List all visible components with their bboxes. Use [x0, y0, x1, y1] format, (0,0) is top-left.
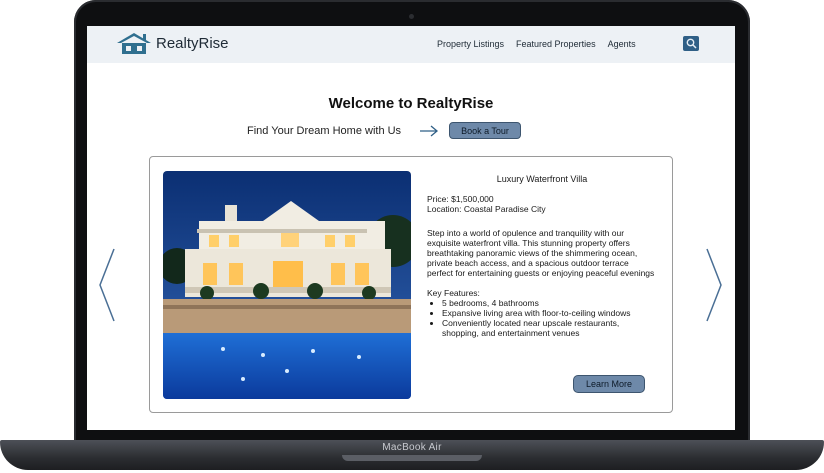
nav-property-listings[interactable]: Property Listings — [437, 39, 504, 49]
laptop-notch — [342, 455, 482, 461]
property-title: Luxury Waterfront Villa — [496, 174, 588, 184]
tagline: Find Your Dream Home with Us — [247, 125, 402, 137]
page-title: Welcome to RealtyRise — [328, 95, 494, 112]
camera — [409, 14, 414, 19]
nav-links: Property Listings Featured Properties Ag… — [437, 39, 636, 49]
list-item: Expansive living area with floor-to-ceil… — [442, 308, 657, 318]
nav-agents[interactable]: Agents — [608, 39, 636, 49]
list-item: 5 bedrooms, 4 bathrooms — [442, 298, 657, 308]
villa-photo — [163, 171, 411, 399]
carousel-next-icon[interactable] — [705, 247, 723, 323]
carousel-prev-icon[interactable] — [98, 247, 116, 323]
property-location: Location: Coastal Paradise City — [427, 204, 546, 214]
property-price: Price: $1,500,000 — [427, 194, 494, 204]
property-card: Luxury Waterfront Villa Price: $1,500,00… — [149, 156, 673, 413]
brand-name[interactable]: RealtyRise — [156, 35, 229, 52]
learn-more-button[interactable]: Learn More — [573, 375, 645, 393]
property-description: Step into a world of opulence and tranqu… — [427, 228, 655, 278]
features-list: 5 bedrooms, 4 bathrooms Expansive living… — [427, 298, 657, 338]
features-heading: Key Features: — [427, 288, 480, 298]
screen: RealtyRise Property Listings Featured Pr… — [87, 26, 735, 430]
arrow-right-icon — [420, 125, 439, 137]
property-details: Luxury Waterfront Villa Price: $1,500,00… — [427, 174, 657, 338]
list-item: Conveniently located near upscale restau… — [442, 318, 657, 338]
device-label: MacBook Air — [382, 442, 442, 453]
navbar: RealtyRise Property Listings Featured Pr… — [87, 26, 735, 63]
house-logo-icon[interactable] — [115, 31, 153, 55]
search-icon — [686, 38, 697, 49]
book-tour-button[interactable]: Book a Tour — [449, 122, 521, 139]
nav-featured-properties[interactable]: Featured Properties — [516, 39, 596, 49]
search-button[interactable] — [683, 36, 699, 51]
